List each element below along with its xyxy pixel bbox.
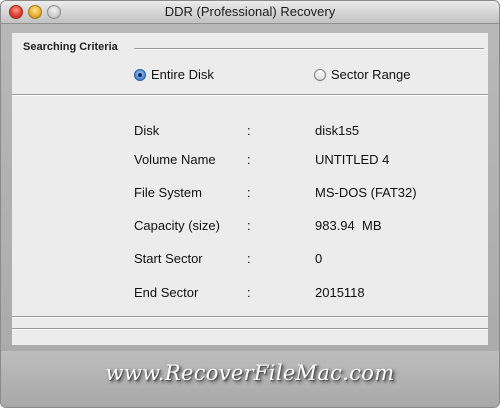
volume-name-label: Volume Name (134, 152, 216, 167)
separator: : (247, 123, 251, 138)
capacity-value: 983.94 MB (315, 218, 382, 233)
info-row-volume-name: Volume Name : UNTITLED 4 (12, 152, 488, 172)
main-panel: Searching Criteria Entire Disk Sector Ra… (12, 33, 488, 345)
end-sector-value: 2015118 (315, 285, 365, 300)
criteria-divider (134, 48, 484, 50)
section-divider-bottom (12, 316, 488, 318)
section-divider-footer (12, 328, 488, 330)
separator: : (247, 285, 251, 300)
entire-disk-radio[interactable]: Entire Disk (134, 67, 214, 82)
separator: : (247, 185, 251, 200)
start-sector-label: Start Sector (134, 251, 203, 266)
disk-label: Disk (134, 123, 160, 138)
start-sector-value: 0 (315, 251, 323, 266)
brand-footer: www.RecoverFileMac.com (1, 351, 499, 407)
app-window: DDR (Professional) Recovery Searching Cr… (0, 0, 500, 408)
window-title: DDR (Professional) Recovery (164, 4, 336, 19)
file-system-value: MS-DOS (FAT32) (315, 185, 417, 200)
info-row-start-sector: Start Sector : 0 (12, 251, 488, 271)
capacity-label: Capacity (size) (134, 218, 220, 233)
sector-range-label: Sector Range (331, 67, 411, 82)
end-sector-label: End Sector (134, 285, 199, 300)
info-row-capacity: Capacity (size) : 983.94 MB (12, 218, 488, 238)
volume-name-value: UNTITLED 4 (315, 152, 390, 167)
separator: : (247, 218, 251, 233)
entire-disk-label: Entire Disk (151, 67, 214, 82)
info-row-end-sector: End Sector : 2015118 (12, 285, 488, 305)
searching-criteria-label: Searching Criteria (23, 41, 118, 53)
radio-unchecked-icon (314, 68, 326, 81)
separator: : (247, 152, 251, 167)
separator: : (247, 251, 251, 266)
title-bar[interactable]: DDR (Professional) Recovery (1, 1, 499, 24)
sector-range-radio[interactable]: Sector Range (314, 67, 411, 82)
section-divider-top (12, 94, 488, 96)
disk-value: disk1s5 (315, 123, 360, 138)
brand-logo-text: www.RecoverFileMac.com (105, 361, 395, 385)
info-row-file-system: File System : MS-DOS (FAT32) (12, 185, 488, 205)
file-system-label: File System (134, 185, 202, 200)
info-row-disk: Disk : disk1s5 (12, 123, 488, 143)
radio-checked-icon (134, 68, 146, 81)
